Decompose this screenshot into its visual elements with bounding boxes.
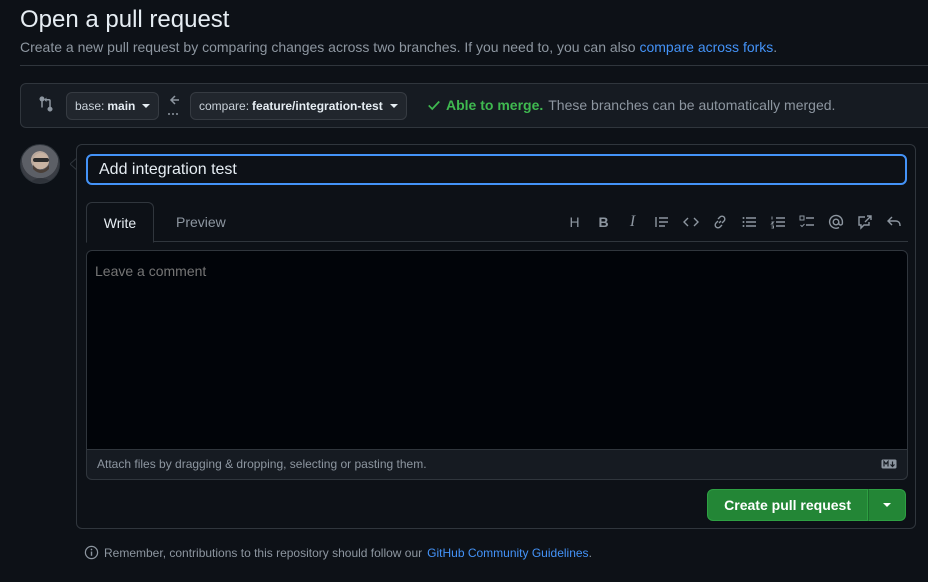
ordered-list-button[interactable] [763,210,792,234]
compare-label: compare: [199,99,250,113]
unordered-list-icon [742,217,756,227]
note-end: . [588,545,592,560]
tab-preview[interactable]: Preview [160,202,242,242]
note-text: Remember, contributions to this reposito… [104,545,423,560]
code-icon [682,217,699,227]
arrow-left-icon [168,95,179,115]
base-label: base: [75,99,105,113]
chevron-down-icon [883,503,891,507]
subtitle-end: . [773,39,778,55]
compare-bar: base: main compare: feature/integration-… [20,83,928,128]
task-list-button[interactable] [792,210,821,234]
compare-across-forks-link[interactable]: compare across forks [639,39,773,55]
chevron-down-icon [142,104,151,108]
pr-title-input[interactable] [86,154,907,185]
compare-value: feature/integration-test [252,99,383,113]
merge-status: Able to merge. These branches can be aut… [427,97,835,113]
markdown-icon [881,459,897,469]
subtitle-text: Create a new pull request by comparing c… [20,39,636,55]
markdown-toolbar: H B I [560,210,908,234]
mention-icon [828,214,843,229]
merge-ok-text: Able to merge. [446,97,544,113]
page-title: Open a pull request [20,6,230,33]
contribution-note: Remember, contributions to this reposito… [84,545,592,560]
git-compare-icon [39,96,53,112]
base-value: main [107,99,136,113]
compare-branch-button[interactable]: compare: feature/integration-test [190,92,407,120]
italic-button[interactable]: I [618,210,647,234]
create-pull-request-button[interactable]: Create pull request [707,489,868,521]
community-guidelines-link[interactable]: GitHub Community Guidelines [427,546,588,560]
base-branch-button[interactable]: base: main [66,92,160,120]
reply-icon [886,216,901,226]
cross-reference-button[interactable] [850,210,879,234]
unordered-list-button[interactable] [734,210,763,234]
bold-icon: B [598,214,609,230]
ordered-list-icon [769,216,785,229]
mention-button[interactable] [821,210,850,234]
comment-textarea[interactable] [86,250,908,450]
info-icon [84,545,99,560]
bold-button[interactable]: B [589,210,618,234]
heading-icon: H [569,214,580,230]
code-button[interactable] [676,210,705,234]
merge-description: These branches can be automatically merg… [548,97,836,113]
task-list-icon [799,215,814,228]
divider [20,65,928,66]
quote-button[interactable] [647,210,676,234]
link-icon [713,215,726,229]
create-options-dropdown[interactable] [868,489,906,521]
italic-icon: I [629,213,636,230]
tab-write[interactable]: Write [86,202,154,243]
saved-reply-button[interactable] [879,210,908,234]
avatar-image [29,153,53,183]
quote-icon [654,217,668,227]
create-pr-group: Create pull request [707,489,906,521]
heading-button[interactable]: H [560,210,589,234]
pr-form: Write Preview H B I Attach files by drag… [76,144,916,529]
attach-text: Attach files by dragging & dropping, sel… [97,457,427,471]
editor-tabs: Write Preview H B I [86,202,908,243]
check-icon [428,100,440,111]
cross-reference-icon [857,215,872,230]
chevron-down-icon [389,104,398,108]
page-subtitle: Create a new pull request by comparing c… [20,39,777,55]
attach-files-bar[interactable]: Attach files by dragging & dropping, sel… [86,450,908,480]
avatar[interactable] [20,144,60,184]
link-button[interactable] [705,210,734,234]
